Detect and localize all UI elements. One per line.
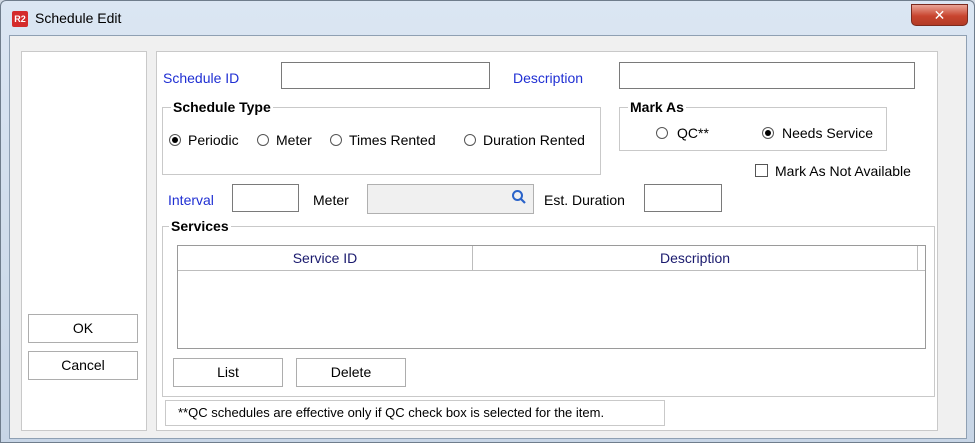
radio-meter[interactable] <box>257 134 269 146</box>
interval-input[interactable] <box>232 184 299 212</box>
meter-label: Meter <box>313 192 349 208</box>
list-button[interactable]: List <box>173 358 283 387</box>
mark-as-group: Mark As QC** Needs Service <box>619 99 887 151</box>
close-icon: ✕ <box>933 7 946 23</box>
dialog-body: OK Cancel Schedule ID Description Schedu… <box>9 35 967 439</box>
radio-qc[interactable] <box>656 127 668 139</box>
radio-periodic[interactable] <box>169 134 181 146</box>
services-title: Services <box>169 218 231 234</box>
services-table-header: Service ID Description <box>178 246 925 271</box>
schedule-id-input[interactable] <box>281 62 490 89</box>
cancel-button[interactable]: Cancel <box>28 351 138 380</box>
meter-option-label[interactable]: Meter <box>276 132 312 148</box>
est-duration-input[interactable] <box>644 184 722 212</box>
search-icon[interactable] <box>511 189 527 205</box>
mark-not-available-label[interactable]: Mark As Not Available <box>775 163 911 179</box>
description-label: Description <box>513 70 584 86</box>
radio-times-rented[interactable] <box>330 134 342 146</box>
radio-duration-rented[interactable] <box>464 134 476 146</box>
mark-as-title: Mark As <box>628 99 686 115</box>
title-bar[interactable]: R2 Schedule Edit ✕ <box>1 1 974 35</box>
description-input[interactable] <box>619 62 915 89</box>
delete-button[interactable]: Delete <box>296 358 406 387</box>
meter-lookup-field[interactable] <box>367 184 534 214</box>
mark-not-available-checkbox[interactable] <box>755 164 768 177</box>
window-title: Schedule Edit <box>35 10 122 26</box>
schedule-type-group: Schedule Type Periodic Meter Times Rente… <box>162 99 601 175</box>
ok-button[interactable]: OK <box>28 314 138 343</box>
duration-rented-label[interactable]: Duration Rented <box>483 132 585 148</box>
times-rented-label[interactable]: Times Rented <box>349 132 436 148</box>
est-duration-label: Est. Duration <box>544 192 625 208</box>
schedule-edit-window: R2 Schedule Edit ✕ OK Cancel Schedule ID… <box>0 0 975 443</box>
app-logo-icon: R2 <box>12 11 28 27</box>
needs-service-label[interactable]: Needs Service <box>782 125 873 141</box>
column-service-id[interactable]: Service ID <box>178 246 473 270</box>
periodic-label[interactable]: Periodic <box>188 132 239 148</box>
services-table[interactable]: Service ID Description <box>177 245 926 349</box>
qc-footnote: **QC schedules are effective only if QC … <box>165 400 665 426</box>
schedule-type-title: Schedule Type <box>171 99 273 115</box>
action-panel: OK Cancel <box>21 51 147 431</box>
qc-label[interactable]: QC** <box>677 125 709 141</box>
schedule-id-label: Schedule ID <box>163 70 240 86</box>
column-description[interactable]: Description <box>473 246 918 270</box>
form-panel: Schedule ID Description Schedule Type Pe… <box>156 51 938 431</box>
interval-label: Interval <box>168 192 214 208</box>
radio-needs-service[interactable] <box>762 127 774 139</box>
close-button[interactable]: ✕ <box>911 4 968 26</box>
